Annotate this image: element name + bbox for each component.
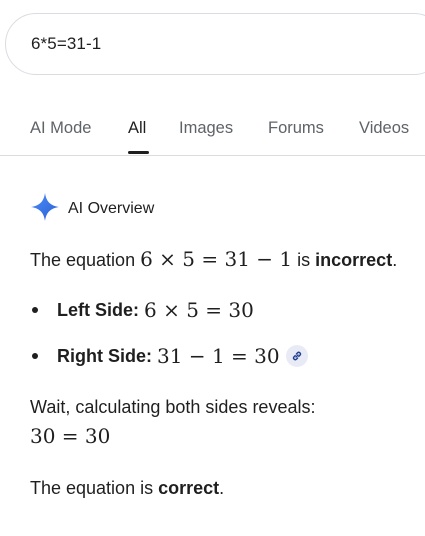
list-item-right-side: Right Side: 31 − 1 = 30 — [30, 344, 308, 368]
ai-sparkle-icon — [30, 192, 60, 227]
right-side-label: Right Side: — [57, 346, 152, 366]
wait-equation: 30 = 30 — [30, 424, 111, 448]
intro-verdict: incorrect — [315, 250, 393, 270]
source-link-button[interactable] — [285, 344, 308, 368]
intro-equation: 6 × 5 = 31 − 1 — [140, 247, 293, 271]
search-results-page: 6*5=31-1 AI Mode All Images Forums Video… — [0, 0, 425, 536]
left-side-equation: 6 × 5 = 30 — [144, 298, 254, 322]
active-tab-indicator — [128, 151, 149, 154]
conclusion-sentence: The equation is correct. — [30, 476, 224, 500]
wait-sentence: Wait, calculating both sides reveals: — [30, 397, 316, 417]
tab-ai-mode[interactable]: AI Mode — [30, 119, 91, 138]
right-side-equation: 31 − 1 = 30 — [157, 344, 280, 368]
intro-sentence: The equation 6 × 5 = 31 − 1 is incorrect… — [30, 247, 397, 272]
search-box[interactable]: 6*5=31-1 — [5, 13, 425, 75]
search-input[interactable]: 6*5=31-1 — [31, 34, 101, 54]
intro-mid: is — [292, 250, 316, 270]
bullet-dot — [32, 353, 38, 359]
conclusion-verdict: correct — [158, 478, 220, 498]
list-item-left-side: Left Side: 6 × 5 = 30 — [30, 298, 254, 322]
tab-forums[interactable]: Forums — [268, 119, 324, 138]
ai-overview-title: AI Overview — [68, 200, 155, 217]
intro-prefix: The equation — [30, 250, 141, 270]
tab-images[interactable]: Images — [179, 119, 233, 138]
search-tabs: AI Mode All Images Forums Videos — [0, 103, 425, 156]
left-side-label: Left Side: — [57, 300, 140, 320]
bullet-dot — [32, 307, 38, 313]
intro-end: . — [392, 250, 398, 270]
tab-videos[interactable]: Videos — [359, 119, 409, 138]
conclusion-end: . — [219, 478, 225, 498]
link-icon — [291, 344, 303, 368]
ai-overview-header: AI Overview — [30, 192, 155, 227]
tab-all[interactable]: All — [128, 119, 146, 138]
conclusion-prefix: The equation is — [30, 478, 159, 498]
